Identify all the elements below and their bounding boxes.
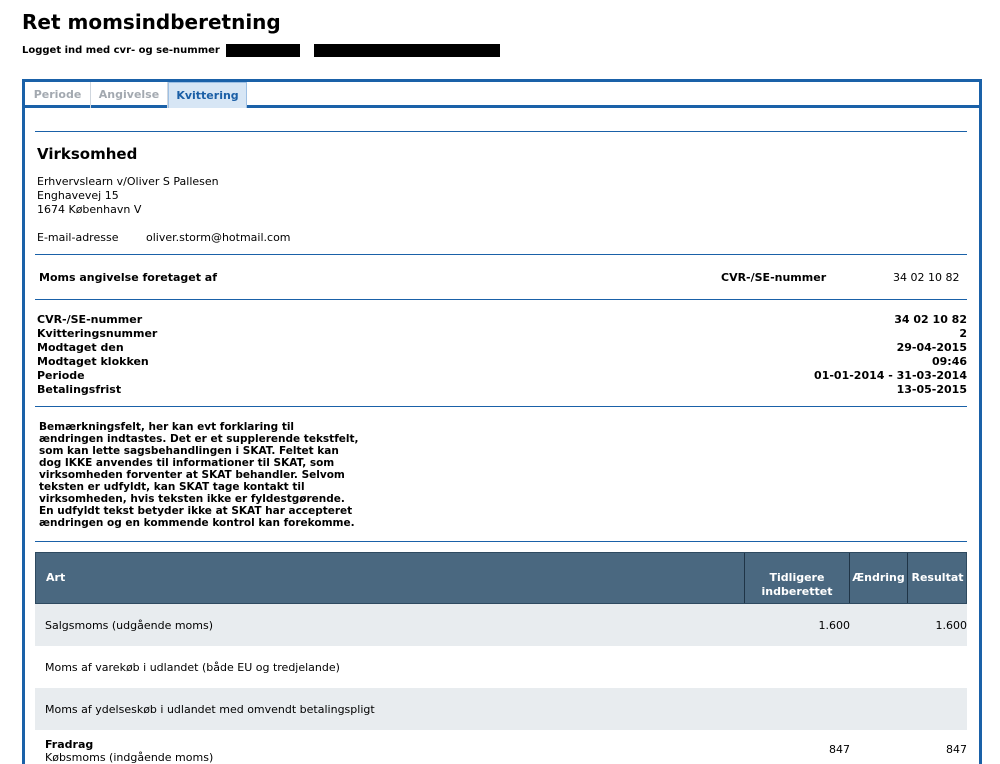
row-label: Købsmoms (indgående moms) <box>45 751 214 764</box>
divider <box>35 299 967 300</box>
table-row: Fradrag Købsmoms (indgående moms) 847 84… <box>35 730 967 764</box>
table-row: Moms af varekøb i udlandet (både EU og t… <box>35 646 967 688</box>
row-label: Moms af ydelseskøb i udlandet med omvend… <box>45 703 375 716</box>
column-header-art: Art <box>46 571 66 584</box>
company-street: Enghavevej 15 <box>37 189 119 202</box>
email-label: E-mail-adresse <box>37 231 119 244</box>
row-label: Salgsmoms (udgående moms) <box>45 619 214 632</box>
receipt-value: 09:46 <box>931 355 967 368</box>
table-row: Salgsmoms (udgående moms) 1.600 1.600 <box>35 604 967 646</box>
login-info: Logget ind med cvr- og se-nummer <box>22 44 500 57</box>
receipt-label: Periode <box>37 369 85 382</box>
row-tidligere: 847 <box>829 743 850 756</box>
divider <box>35 541 967 542</box>
receipt-label: CVR-/SE-nummer <box>37 313 143 326</box>
divider <box>35 131 967 132</box>
declared-cvr-label: CVR-/SE-nummer <box>721 271 827 284</box>
vat-table: Art Tidligere indberettet Ændring Result… <box>35 552 967 764</box>
tab-kvittering[interactable]: Kvittering <box>168 82 247 108</box>
redacted-cvr <box>225 44 300 57</box>
receipt-value: 34 02 10 82 <box>894 313 967 326</box>
tab-periode[interactable]: Periode <box>25 82 91 108</box>
receipt-value: 01-01-2014 - 31-03-2014 <box>814 369 967 382</box>
row-tidligere: 1.600 <box>818 619 851 632</box>
remark-text: Bemærkningsfelt, her kan evt forklaring … <box>39 421 359 529</box>
table-row: Moms af ydelseskøb i udlandet med omvend… <box>35 688 967 730</box>
receipt-value: 29-04-2015 <box>896 341 967 354</box>
company-heading: Virksomhed <box>37 145 138 163</box>
receipt-value: 2 <box>959 327 967 340</box>
row-label-group: Fradrag Købsmoms (indgående moms) <box>45 738 213 764</box>
row-resultat: 1.600 <box>935 619 968 632</box>
receipt-label: Modtaget den <box>37 341 124 354</box>
company-city: 1674 København V <box>37 203 142 216</box>
table-header: Art Tidligere indberettet Ændring Result… <box>35 552 967 604</box>
row-resultat: 847 <box>946 743 967 756</box>
column-header-resultat: Resultat <box>907 553 967 603</box>
row-label: Moms af varekøb i udlandet (både EU og t… <box>45 661 340 674</box>
tab-angivelse[interactable]: Angivelse <box>91 82 168 108</box>
receipt-label: Modtaget klokken <box>37 355 149 368</box>
redacted-se <box>313 44 500 57</box>
login-text: Logget ind med cvr- og se-nummer <box>22 45 220 56</box>
column-header-tidligere: Tidligere indberettet <box>744 553 849 603</box>
column-header-aendring: Ændring <box>849 553 907 603</box>
declared-by-label: Moms angivelse foretaget af <box>39 271 218 284</box>
row-group-label: Fradrag <box>45 738 94 751</box>
email-value: oliver.storm@hotmail.com <box>146 231 291 244</box>
company-name: Erhvervslearn v/Oliver S Pallesen <box>37 175 219 188</box>
page-title: Ret momsindberetning <box>22 10 281 34</box>
receipt-label: Betalingsfrist <box>37 383 122 396</box>
divider <box>35 406 967 407</box>
divider <box>35 254 967 255</box>
main-frame: Periode Angivelse Kvittering Virksomhed … <box>22 79 982 764</box>
receipt-value: 13-05-2015 <box>896 383 967 396</box>
declared-cvr-value: 34 02 10 82 <box>893 271 960 284</box>
receipt-label: Kvitteringsnummer <box>37 327 158 340</box>
tab-bar: Periode Angivelse Kvittering <box>25 82 979 108</box>
